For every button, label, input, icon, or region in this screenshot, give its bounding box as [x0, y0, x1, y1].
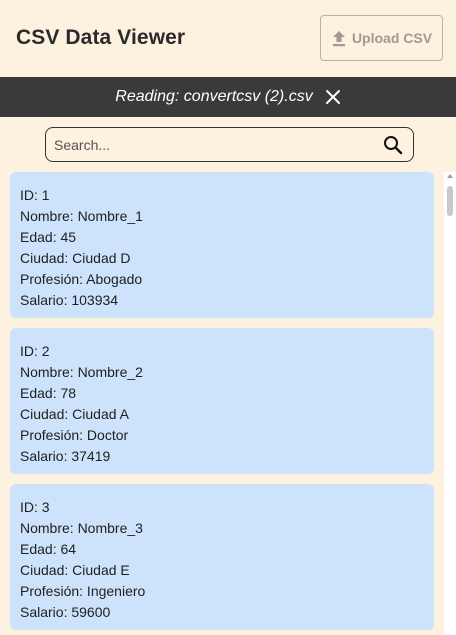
record-id: ID: 3 [20, 499, 50, 515]
upload-csv-button[interactable]: Upload CSV [320, 15, 443, 61]
reading-file-text: Reading: convertcsv (2).csv [115, 88, 313, 105]
record-ciudad: Ciudad: Ciudad E [20, 562, 130, 578]
record-edad: Edad: 78 [20, 385, 77, 401]
record-salario: Salario: 103934 [20, 292, 119, 308]
record-id: ID: 2 [20, 343, 50, 359]
record-nombre: Nombre: Nombre_1 [20, 208, 143, 224]
upload-csv-label: Upload CSV [351, 30, 433, 46]
record-salario: Salario: 37419 [20, 448, 111, 464]
record-card[interactable]: ID: 3 Nombre: Nombre_3 Edad: 64 Ciudad: … [10, 484, 434, 630]
reading-bar: Reading: convertcsv (2).csv [0, 77, 456, 117]
search-icon[interactable] [373, 135, 413, 155]
scroll-up-arrow-icon[interactable] [447, 174, 453, 178]
record-profesion: Profesión: Doctor [20, 427, 129, 443]
scrollbar-thumb[interactable] [447, 186, 453, 216]
record-salario: Salario: 59600 [20, 604, 111, 620]
record-card[interactable]: ID: 2 Nombre: Nombre_2 Edad: 78 Ciudad: … [10, 328, 434, 474]
app-title: CSV Data Viewer [16, 26, 186, 49]
close-icon[interactable] [325, 89, 341, 105]
search-box [45, 127, 414, 162]
record-profesion: Profesión: Abogado [20, 271, 143, 287]
record-list[interactable]: ID: 1 Nombre: Nombre_1 Edad: 45 Ciudad: … [10, 172, 434, 635]
vertical-scrollbar[interactable] [444, 172, 456, 635]
app-header: CSV Data Viewer Upload CSV [0, 0, 456, 77]
record-nombre: Nombre: Nombre_2 [20, 364, 143, 380]
record-id: ID: 1 [20, 187, 50, 203]
csv-viewer-app: CSV Data Viewer Upload CSV Reading: conv… [0, 0, 456, 635]
record-ciudad: Ciudad: Ciudad A [20, 406, 129, 422]
record-edad: Edad: 64 [20, 541, 77, 557]
record-card[interactable]: ID: 1 Nombre: Nombre_1 Edad: 45 Ciudad: … [10, 172, 434, 318]
search-input[interactable] [46, 128, 373, 161]
upload-icon [331, 30, 347, 47]
record-profesion: Profesión: Ingeniero [20, 583, 146, 599]
record-ciudad: Ciudad: Ciudad D [20, 250, 131, 266]
record-nombre: Nombre: Nombre_3 [20, 520, 143, 536]
record-edad: Edad: 45 [20, 229, 77, 245]
